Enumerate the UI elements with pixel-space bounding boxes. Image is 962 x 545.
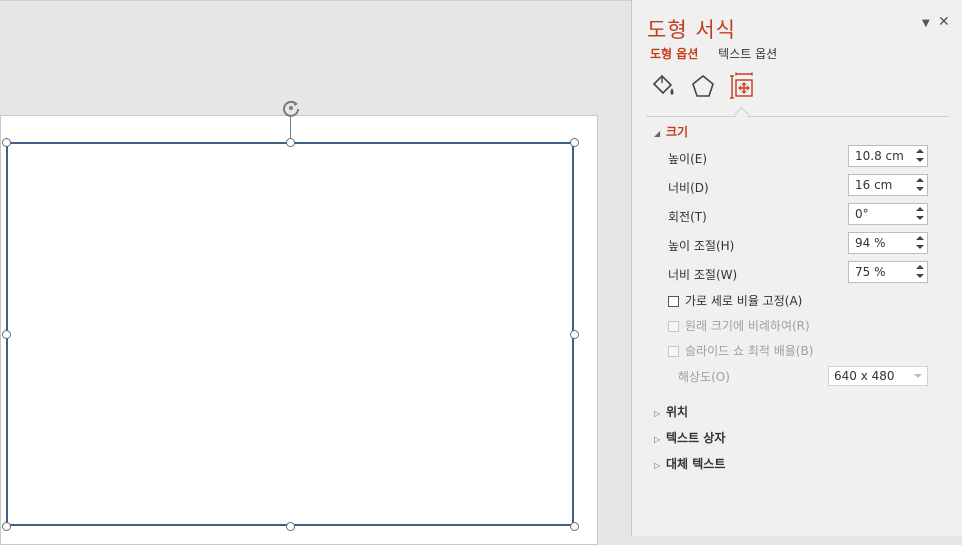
width-value[interactable]: 16 cm [855,178,892,192]
resize-handle-bottom-left[interactable] [2,522,11,531]
rotation-value[interactable]: 0° [855,207,869,221]
rotate-handle-icon[interactable] [281,98,301,118]
resize-handle-top-left[interactable] [2,138,11,147]
section-position-label: 위치 [666,405,689,419]
spin-up-icon[interactable] [916,265,924,269]
scale-height-value[interactable]: 94 % [855,236,886,250]
pentagon-icon[interactable] [689,72,717,102]
rotation-spinner[interactable]: 0° [848,203,928,225]
height-value[interactable]: 10.8 cm [855,149,904,163]
spin-down-icon[interactable] [916,216,924,220]
collapse-triangle-icon: ◢ [654,129,661,138]
spin-down-icon[interactable] [916,245,924,249]
height-spinner[interactable]: 10.8 cm [848,145,928,167]
section-size-label: 크기 [666,125,689,139]
lock-aspect-ratio-checkbox[interactable]: 가로 세로 비율 고정(A) [668,292,802,309]
resize-handle-top[interactable] [286,138,295,147]
section-alt-text-label: 대체 텍스트 [666,457,726,471]
active-tab-pointer [733,106,750,123]
best-scale-slideshow-label: 슬라이드 쇼 최적 배율(B) [685,344,814,358]
resolution-value: 640 x 480 [834,369,895,383]
tab-shape-options[interactable]: 도형 옵션 [650,45,698,62]
spin-up-icon[interactable] [916,149,924,153]
expand-triangle-icon: ▷ [654,409,661,418]
checkbox-box [668,346,679,357]
lock-aspect-ratio-label: 가로 세로 비율 고정(A) [685,294,803,308]
height-label: 높이(E) [668,152,708,166]
checkbox-box [668,321,679,332]
resolution-label: 해상도(O) [678,370,730,384]
rotation-label: 회전(T) [668,210,707,224]
section-size-header[interactable]: ◢ 크기 [654,123,688,140]
spin-down-icon[interactable] [916,274,924,278]
relative-to-original-label: 원래 크기에 비례하여(R) [685,319,810,333]
section-textbox-label: 텍스트 상자 [666,431,726,445]
resolution-dropdown: 640 x 480 [828,366,928,386]
scale-height-spinner[interactable]: 94 % [848,232,928,254]
tab-text-options[interactable]: 텍스트 옵션 [718,45,777,62]
pane-options-dropdown-icon[interactable]: ▼ [922,18,930,29]
checkbox-box[interactable] [668,296,679,307]
scale-width-value[interactable]: 75 % [855,265,886,279]
paint-bucket-icon[interactable] [650,72,678,102]
resize-handle-bottom-right[interactable] [570,522,579,531]
scale-height-label: 높이 조절(H) [668,239,735,253]
resize-handle-top-right[interactable] [570,138,579,147]
section-textbox-header[interactable]: ▷ 텍스트 상자 [654,429,725,446]
section-alt-text-header[interactable]: ▷ 대체 텍스트 [654,455,725,472]
spin-up-icon[interactable] [916,207,924,211]
size-properties-icon[interactable] [728,72,756,102]
spin-up-icon[interactable] [916,236,924,240]
resize-handle-bottom[interactable] [286,522,295,531]
format-shape-pane: 도형 서식 ▼ ✕ 도형 옵션 텍스트 옵션 ◢ 크기 높이(E) 10.8 cm… [631,0,962,536]
spin-down-icon[interactable] [916,158,924,162]
spin-down-icon[interactable] [916,187,924,191]
resize-handle-left[interactable] [2,330,11,339]
section-position-header[interactable]: ▷ 위치 [654,403,688,420]
relative-to-original-checkbox: 원래 크기에 비례하여(R) [668,317,810,334]
expand-triangle-icon: ▷ [654,435,661,444]
width-label: 너비(D) [668,181,709,195]
chevron-down-icon [914,374,922,378]
best-scale-slideshow-checkbox: 슬라이드 쇼 최적 배율(B) [668,342,813,359]
pane-tabs: 도형 옵션 텍스트 옵션 [650,45,793,62]
scale-width-spinner[interactable]: 75 % [848,261,928,283]
resize-handle-right[interactable] [570,330,579,339]
expand-triangle-icon: ▷ [654,461,661,470]
slide-canvas-area [0,0,631,545]
scale-width-label: 너비 조절(W) [668,268,738,282]
selected-rectangle-shape[interactable] [6,142,574,526]
pane-title: 도형 서식 [647,18,736,42]
width-spinner[interactable]: 16 cm [848,174,928,196]
spin-up-icon[interactable] [916,178,924,182]
close-icon[interactable]: ✕ [938,14,950,30]
tab-divider [646,116,949,117]
